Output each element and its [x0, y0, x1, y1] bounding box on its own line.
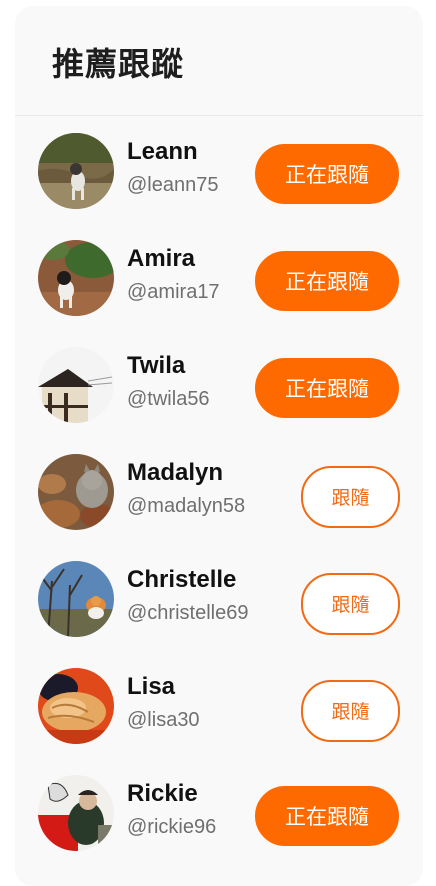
user-row-amira: Amira @amira17 正在跟隨	[15, 223, 423, 330]
avatar[interactable]	[38, 240, 114, 316]
user-handle: @leann75	[127, 174, 219, 196]
cat-photo-avatar	[38, 133, 114, 209]
who-to-follow-panel: 推薦跟蹤 Leann @leann75 正在跟隨 Amira @amira17 …	[15, 6, 423, 886]
user-handle: @twila56	[127, 388, 210, 410]
cat-photo-avatar	[38, 561, 114, 637]
following-button[interactable]: 正在跟隨	[255, 786, 399, 846]
user-row-leann: Leann @leann75 正在跟隨	[15, 116, 423, 223]
following-button[interactable]: 正在跟隨	[255, 251, 399, 311]
illustration-avatar	[38, 775, 114, 851]
user-name[interactable]: Rickie	[127, 780, 198, 808]
avatar[interactable]	[38, 668, 114, 744]
user-name[interactable]: Amira	[127, 245, 195, 273]
user-handle: @lisa30	[127, 709, 200, 731]
user-name[interactable]: Christelle	[127, 566, 236, 594]
user-name[interactable]: Madalyn	[127, 459, 223, 487]
cat-photo-avatar	[38, 454, 114, 530]
cat-photo-avatar	[38, 240, 114, 316]
user-row-lisa: Lisa @lisa30 跟隨	[15, 651, 423, 758]
house-photo-avatar	[38, 347, 114, 423]
follow-button[interactable]: 跟隨	[301, 466, 400, 528]
avatar[interactable]	[38, 454, 114, 530]
following-button[interactable]: 正在跟隨	[255, 144, 399, 204]
user-row-twila: Twila @twila56 正在跟隨	[15, 330, 423, 437]
follow-button[interactable]: 跟隨	[301, 680, 400, 742]
user-handle: @rickie96	[127, 816, 217, 838]
avatar[interactable]	[38, 775, 114, 851]
user-row-christelle: Christelle @christelle69 跟隨	[15, 544, 423, 651]
user-handle: @amira17	[127, 281, 220, 303]
avatar[interactable]	[38, 561, 114, 637]
user-handle: @madalyn58	[127, 495, 246, 517]
cat-photo-avatar	[38, 668, 114, 744]
user-row-madalyn: Madalyn @madalyn58 跟隨	[15, 437, 423, 544]
user-row-rickie: Rickie @rickie96 正在跟隨	[15, 758, 423, 865]
user-name[interactable]: Twila	[127, 352, 185, 380]
avatar[interactable]	[38, 347, 114, 423]
panel-title: 推薦跟蹤	[15, 6, 423, 116]
avatar[interactable]	[38, 133, 114, 209]
user-handle: @christelle69	[127, 602, 249, 624]
follow-button[interactable]: 跟隨	[301, 573, 400, 635]
user-name[interactable]: Leann	[127, 138, 198, 166]
following-button[interactable]: 正在跟隨	[255, 358, 399, 418]
user-list: Leann @leann75 正在跟隨 Amira @amira17 正在跟隨 …	[15, 116, 423, 865]
user-name[interactable]: Lisa	[127, 673, 175, 701]
